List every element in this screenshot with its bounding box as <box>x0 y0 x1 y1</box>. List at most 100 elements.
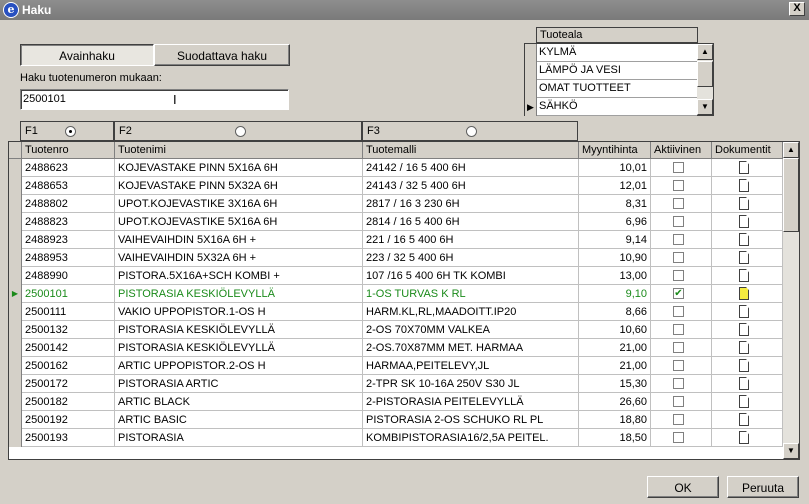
scroll-thumb[interactable] <box>697 61 713 87</box>
table-row[interactable]: 2500192 ARTIC BASIC PISTORASIA 2-OS SCHUKO… <box>9 411 783 429</box>
active-checkbox[interactable] <box>673 180 684 191</box>
active-checkbox[interactable] <box>673 360 684 371</box>
table-row[interactable]: 2500162 ARTIC UPPOPISTOR.2-OS H HARMAA,PEI… <box>9 357 783 375</box>
active-checkbox[interactable] <box>673 216 684 227</box>
document-icon[interactable] <box>739 323 749 336</box>
active-checkbox[interactable] <box>673 306 684 317</box>
document-icon[interactable] <box>739 431 749 444</box>
col-header-aktiivinen[interactable]: Aktiivinen <box>651 142 712 159</box>
tuoteala-list[interactable]: KYLMÄ LÄMPÖ JA VESI OMAT TUOTTEET ▶ SÄHK… <box>524 43 714 116</box>
table-row[interactable]: 2488823 UPOT.KOJEVASTIKE 5X16A 6H 2814 / 1… <box>9 213 783 231</box>
cell-tuotenro: 2500182 <box>22 393 115 411</box>
table-row[interactable]: 2488923 VAIHEVAIHDIN 5X16A 6H +221 / 16 5… <box>9 231 783 249</box>
active-checkbox[interactable] <box>673 378 684 389</box>
active-checkbox[interactable] <box>673 324 684 335</box>
row-indicator <box>525 62 537 80</box>
cell-tuotenimi: ARTIC UPPOPISTOR.2-OS H <box>115 357 363 375</box>
scroll-thumb[interactable] <box>783 158 799 232</box>
radio-f3[interactable] <box>466 126 477 137</box>
cell-tuotenro: 2488990 <box>22 267 115 285</box>
active-checkbox[interactable] <box>673 234 684 245</box>
document-icon[interactable] <box>739 395 749 408</box>
cancel-button[interactable]: Peruuta <box>727 476 799 498</box>
cell-tuotemalli: 107 /16 5 400 6H TK KOMBI <box>363 267 579 285</box>
table-row[interactable]: 2500132 PISTORASIA KESKIÖLEVYLLÄ 2-OS 70X7… <box>9 321 783 339</box>
tuoteala-scrollbar[interactable]: ▲ ▼ <box>697 44 713 115</box>
table-row[interactable]: ▶ 2500101 PISTORASIA KESKIÖLEVYLLÄ 1-OS TUR… <box>9 285 783 303</box>
cell-tuotenro: 2500193 <box>22 429 115 447</box>
active-checkbox[interactable] <box>673 270 684 281</box>
tuoteala-item[interactable]: ▶ SÄHKÖ <box>525 98 697 116</box>
active-checkbox[interactable] <box>673 252 684 263</box>
cell-dokumentit <box>712 411 783 429</box>
tab-suodattava-haku[interactable]: Suodattava haku <box>154 44 290 66</box>
row-indicator <box>525 44 537 62</box>
cell-aktiivinen <box>651 339 712 357</box>
active-checkbox[interactable] <box>673 432 684 443</box>
active-checkbox[interactable] <box>673 198 684 209</box>
radio-f2[interactable] <box>235 126 246 137</box>
radio-f1[interactable] <box>65 126 76 137</box>
active-checkbox[interactable] <box>673 342 684 353</box>
tuoteala-item[interactable]: KYLMÄ <box>525 44 697 62</box>
document-icon[interactable] <box>739 215 749 228</box>
cell-tuotenimi: ARTIC BASIC <box>115 411 363 429</box>
product-grid[interactable]: Tuotenro Tuotenimi Tuotemalli Myyntihint… <box>8 141 800 460</box>
active-checkbox[interactable] <box>673 396 684 407</box>
current-row-arrow-icon: ▶ <box>525 98 537 116</box>
row-indicator <box>9 177 22 195</box>
filter-f2[interactable]: F2 <box>114 121 362 141</box>
scroll-up-icon[interactable]: ▲ <box>783 142 799 158</box>
table-row[interactable]: 2488990 PISTORA.5X16A+SCH KOMBI +107 /16 … <box>9 267 783 285</box>
table-row[interactable]: 2488623 KOJEVASTAKE PINN 5X16A 6H 24142 / … <box>9 159 783 177</box>
table-row[interactable]: 2500172 PISTORASIA ARTIC 2-TPR SK 10-16A 2… <box>9 375 783 393</box>
tab-avainhaku[interactable]: Avainhaku <box>20 44 154 66</box>
col-header-tuotenro[interactable]: Tuotenro <box>22 142 115 159</box>
cell-aktiivinen <box>651 429 712 447</box>
filter-f1[interactable]: F1 <box>20 121 114 141</box>
grid-scrollbar[interactable]: ▲ ▼ <box>783 142 799 459</box>
col-header-tuotemalli[interactable]: Tuotemalli <box>363 142 579 159</box>
ok-button-label: OK <box>674 481 692 495</box>
active-checkbox[interactable] <box>673 162 684 173</box>
document-icon[interactable] <box>739 269 749 282</box>
document-icon[interactable] <box>739 341 749 354</box>
search-input[interactable]: 2500101 I <box>20 89 289 110</box>
tuoteala-item[interactable]: OMAT TUOTTEET <box>525 80 697 98</box>
ok-button[interactable]: OK <box>647 476 719 498</box>
table-row[interactable]: 2500182 ARTIC BLACK 2-PISTORASIA PEITELEVY… <box>9 393 783 411</box>
table-row[interactable]: 2500111 VAKIO UPPOPISTOR.1-OS H HARM.KL,RL… <box>9 303 783 321</box>
col-header-dokumentit[interactable]: Dokumentit <box>712 142 783 159</box>
table-row[interactable]: 2488802 UPOT.KOJEVASTIKE 3X16A 6H 2817 / 1… <box>9 195 783 213</box>
scroll-down-icon[interactable]: ▼ <box>783 443 799 459</box>
cell-tuotenimi: PISTORASIA KESKIÖLEVYLLÄ <box>115 321 363 339</box>
table-row[interactable]: 2500142 PISTORASIA KESKIÖLEVYLLÄ 2-OS.70X8… <box>9 339 783 357</box>
tuoteala-item[interactable]: LÄMPÖ JA VESI <box>525 62 697 80</box>
cell-tuotenro: 2500142 <box>22 339 115 357</box>
filter-f3[interactable]: F3 <box>362 121 578 141</box>
cell-dokumentit <box>712 159 783 177</box>
table-row[interactable]: 2488653 KOJEVASTAKE PINN 5X32A 6H 24143 / … <box>9 177 783 195</box>
document-icon[interactable] <box>739 179 749 192</box>
close-icon[interactable]: X <box>789 2 805 16</box>
cell-aktiivinen <box>651 159 712 177</box>
document-icon[interactable] <box>739 197 749 210</box>
table-row[interactable]: 2500193 PISTORASIA KOMBIPISTORASIA16/2,5A … <box>9 429 783 447</box>
document-icon[interactable] <box>739 413 749 426</box>
cell-myyntihinta: 9,14 <box>579 231 651 249</box>
document-icon[interactable] <box>739 377 749 390</box>
document-icon[interactable] <box>739 287 749 300</box>
table-row[interactable]: 2488953 VAIHEVAIHDIN 5X32A 6H +223 / 32 5… <box>9 249 783 267</box>
active-checkbox[interactable] <box>673 414 684 425</box>
scroll-up-icon[interactable]: ▲ <box>697 44 713 60</box>
col-header-tuotenimi[interactable]: Tuotenimi <box>115 142 363 159</box>
col-header-myyntihinta[interactable]: Myyntihinta <box>579 142 651 159</box>
document-icon[interactable] <box>739 305 749 318</box>
document-icon[interactable] <box>739 233 749 246</box>
document-icon[interactable] <box>739 359 749 372</box>
cell-tuotenimi: ARTIC BLACK <box>115 393 363 411</box>
document-icon[interactable] <box>739 161 749 174</box>
document-icon[interactable] <box>739 251 749 264</box>
scroll-down-icon[interactable]: ▼ <box>697 99 713 115</box>
active-checkbox[interactable]: ✔ <box>673 288 684 299</box>
